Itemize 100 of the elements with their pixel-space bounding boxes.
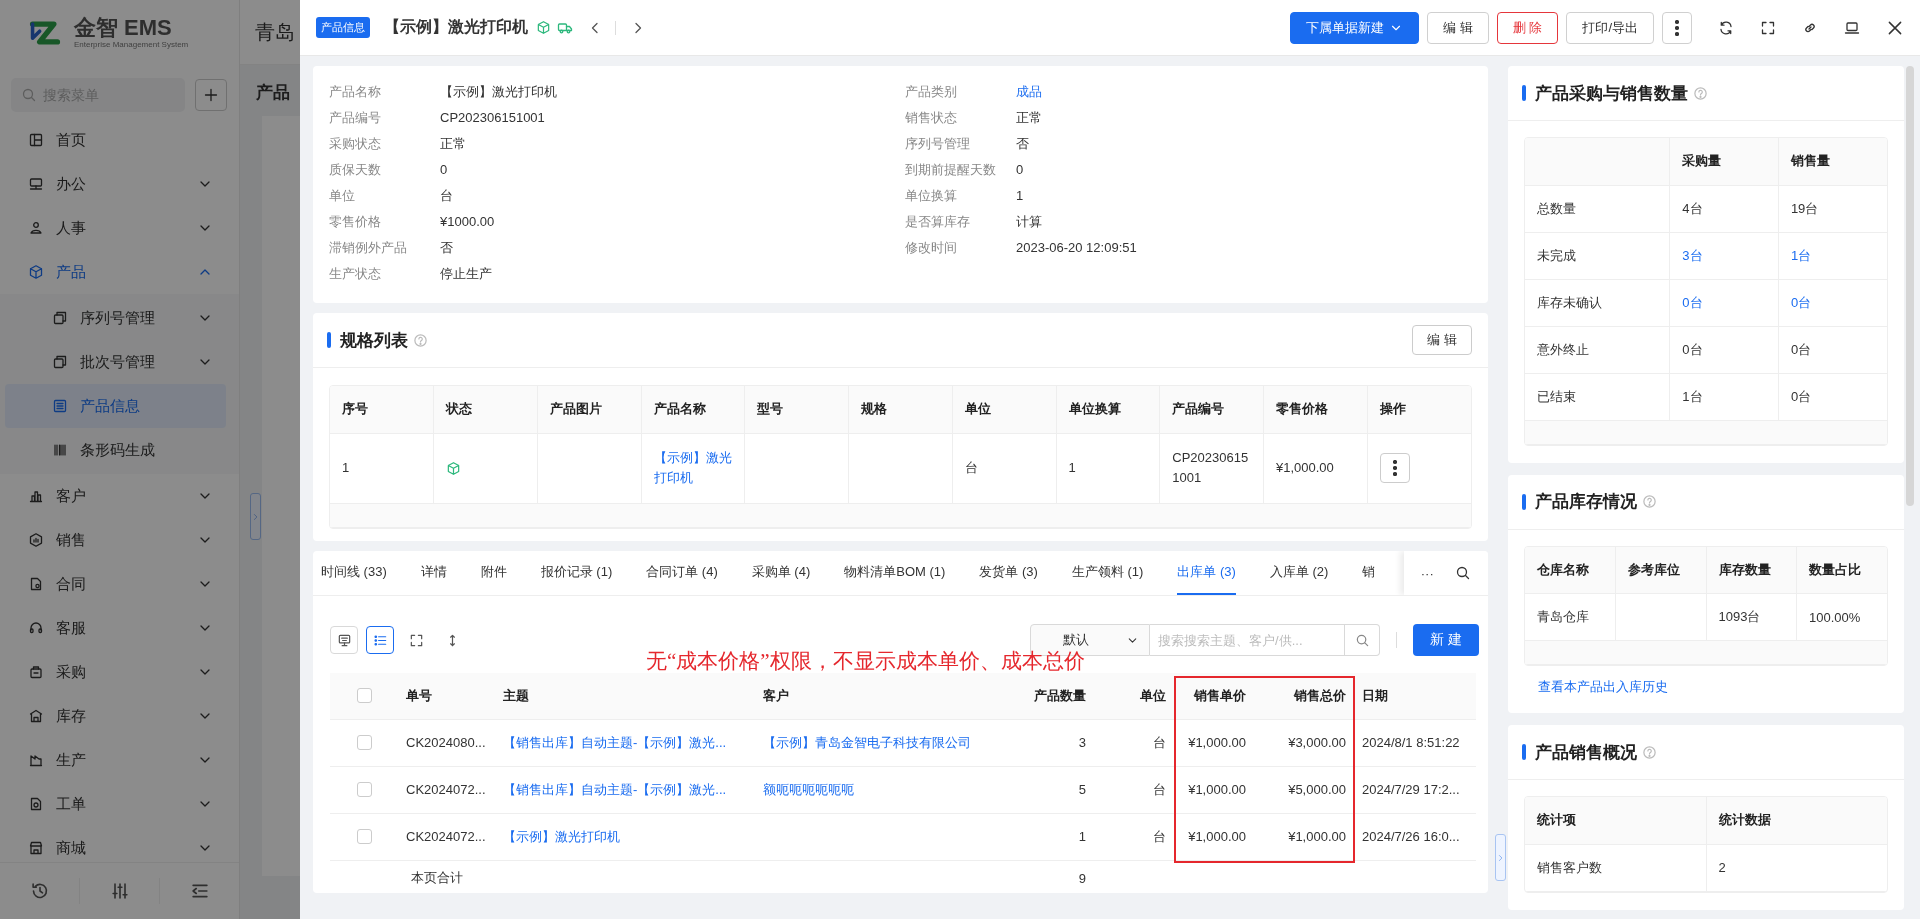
bar-chart-icon: [28, 488, 44, 504]
quantity-link[interactable]: 0台: [1682, 294, 1703, 310]
category-link[interactable]: 成品: [1016, 79, 1042, 105]
laptop-icon[interactable]: [1844, 19, 1860, 36]
more-button[interactable]: [1379, 453, 1410, 483]
product-link[interactable]: 【示例】激光打印机: [653, 448, 733, 488]
field-label: 是否算库存: [905, 213, 971, 231]
search-field[interactable]: 搜索搜索主题、客户/供...: [1150, 624, 1346, 656]
collapse-handle[interactable]: [250, 493, 261, 540]
menu-item[interactable]: 库存: [0, 694, 239, 738]
field-value: 计算: [1016, 213, 1042, 231]
tab[interactable]: 销: [1362, 551, 1376, 595]
tab[interactable]: 入库单 (2): [1269, 551, 1329, 595]
column-header: 统计数据: [1706, 797, 1887, 844]
tab[interactable]: 采购单 (4): [751, 551, 811, 595]
search-icon[interactable]: [1455, 565, 1472, 581]
field-label: 单位: [329, 187, 356, 205]
table-link[interactable]: 【销售出库】自动主题-【示例】激光...: [503, 734, 727, 750]
field-value: ¥1000.00: [440, 213, 495, 231]
row-label: 已结束: [1537, 388, 1576, 404]
table-cell: 1台: [1682, 388, 1703, 404]
checkbox[interactable]: [356, 829, 372, 844]
menu-item[interactable]: 首页: [0, 118, 239, 162]
table-cell: 2: [1718, 860, 1726, 875]
checkbox[interactable]: [356, 688, 372, 704]
fullscreen-icon[interactable]: [1760, 19, 1776, 36]
menu-item[interactable]: 人事: [0, 206, 239, 250]
new-button[interactable]: 下属单据新建: [1290, 11, 1420, 44]
tab[interactable]: 出库单 (3): [1177, 551, 1236, 595]
tab[interactable]: 附件: [480, 551, 507, 595]
table-cell: 2024/8/1 8:51:22: [1362, 735, 1460, 750]
history-link[interactable]: 查看本产品出入库历史: [1538, 678, 1888, 696]
new-button[interactable]: 新 建: [1413, 624, 1479, 656]
presentation-icon: [336, 632, 352, 648]
column-header: 单号: [398, 673, 495, 719]
tab[interactable]: 生产领料 (1): [1071, 551, 1144, 595]
menu-item[interactable]: 产品: [0, 250, 239, 294]
search-button[interactable]: [1345, 624, 1381, 656]
column-header: 销售总价: [1254, 673, 1354, 719]
menu-item[interactable]: 商城: [0, 826, 239, 862]
field-label: 零售价格: [329, 213, 382, 231]
view-toggle[interactable]: [366, 626, 394, 654]
tab[interactable]: 时间线 (33): [321, 551, 387, 595]
menu-item[interactable]: 工单: [0, 782, 239, 826]
column-header: 产品数量: [1015, 673, 1094, 719]
scrollbar-thumb[interactable]: [1906, 66, 1914, 506]
menu-item[interactable]: 条形码生成: [0, 428, 239, 472]
history-icon[interactable]: [29, 881, 50, 901]
list-icon: [52, 398, 68, 414]
more-button[interactable]: [1662, 11, 1692, 44]
table-cell: ¥3,000.00: [1288, 735, 1346, 750]
document-icon: [28, 796, 44, 812]
checkbox[interactable]: [356, 735, 372, 750]
field-value: CP202306151001: [440, 109, 545, 127]
table-link[interactable]: 【销售出库】自动主题-【示例】激光...: [503, 781, 727, 797]
field-value: 0: [440, 161, 448, 179]
add-button[interactable]: [195, 79, 227, 111]
table-link[interactable]: 【示例】激光打印机: [503, 828, 620, 844]
menu-item[interactable]: 办公: [0, 162, 239, 206]
tab[interactable]: 报价记录 (1): [540, 551, 613, 595]
field-value: 【示例】激光打印机: [440, 83, 557, 101]
checkbox[interactable]: [356, 782, 372, 797]
category-badge: 产品信息: [316, 17, 370, 38]
field-label: 销售状态: [905, 109, 958, 127]
menu-item[interactable]: 客户: [0, 474, 239, 518]
delete-button[interactable]: 删 除: [1496, 11, 1559, 44]
tab[interactable]: 物料清单BOM (1): [844, 551, 946, 595]
print-button[interactable]: 打印/导出: [1566, 11, 1654, 44]
table-cell: 0台: [1790, 341, 1812, 357]
menu-item[interactable]: 销售: [0, 518, 239, 562]
table-link[interactable]: 额呃呃呃呃呃呃: [763, 781, 854, 797]
menu-item[interactable]: 采购: [0, 650, 239, 694]
copy-icon: [52, 310, 68, 326]
column-header: 产品编号: [1159, 386, 1264, 433]
panel-icon: [28, 132, 44, 148]
sliders-icon[interactable]: [109, 881, 130, 901]
column-header: 单位: [952, 386, 1057, 433]
menu-item[interactable]: 序列号管理: [0, 296, 239, 340]
menu-item[interactable]: 产品信息: [5, 384, 226, 428]
menu-item[interactable]: 批次号管理: [0, 340, 239, 384]
collapse-handle[interactable]: [1495, 834, 1506, 881]
quantity-link[interactable]: 0台: [1790, 294, 1812, 310]
column-header: 日期: [1354, 673, 1476, 719]
brand-tagline: Enterprise Management System: [74, 40, 189, 49]
menu-item[interactable]: 生产: [0, 738, 239, 782]
tab[interactable]: 发货单 (3): [979, 551, 1038, 595]
menu-item[interactable]: 客服: [0, 606, 239, 650]
tab[interactable]: 详情: [420, 551, 447, 595]
tab[interactable]: 合同订单 (4): [646, 551, 718, 595]
more-tabs-button[interactable]: ···: [1420, 565, 1434, 581]
person-icon: [28, 220, 44, 236]
refresh-icon[interactable]: [1718, 19, 1734, 36]
table-cell: ¥1,000.00: [1288, 829, 1346, 844]
edit-button[interactable]: 编 辑: [1412, 325, 1472, 355]
table-cell: 100.00%: [1809, 609, 1861, 625]
table-link[interactable]: 【示例】青岛金智电子科技有限公司: [763, 734, 971, 750]
quantity-link[interactable]: 1台: [1790, 247, 1812, 263]
edit-button[interactable]: 编 辑: [1427, 11, 1489, 44]
menu-item[interactable]: 合同: [0, 562, 239, 606]
quantity-link[interactable]: 3台: [1682, 247, 1703, 263]
